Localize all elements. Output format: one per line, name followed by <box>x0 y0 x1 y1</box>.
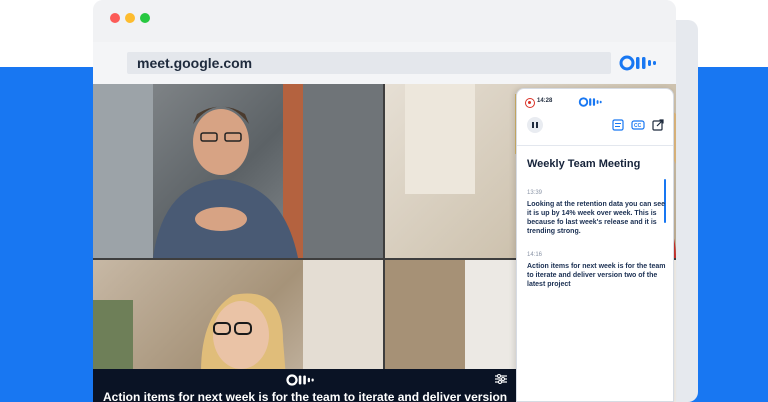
address-bar-url: meet.google.com <box>137 55 253 71</box>
otter-logo-icon <box>286 374 314 386</box>
meeting-title: Weekly Team Meeting <box>527 158 641 170</box>
otter-logo-icon[interactable] <box>619 55 659 71</box>
close-window-button[interactable] <box>110 13 120 23</box>
transcript-entry-time: 14:16 <box>527 252 543 258</box>
recording-indicator-icon <box>525 98 535 108</box>
address-bar[interactable]: meet.google.com <box>127 52 611 74</box>
svg-text:CC: CC <box>634 123 642 129</box>
otter-side-panel: 14:28 CC Weekly Team Meeting 13:39 Looki… <box>516 88 674 402</box>
minimize-window-button[interactable] <box>125 13 135 23</box>
captions-icon[interactable]: CC <box>631 119 645 131</box>
transcript-entry[interactable]: 13:39 Looking at the retention data you … <box>527 190 667 236</box>
notes-icon[interactable] <box>611 119 625 131</box>
pause-button[interactable] <box>527 117 543 133</box>
otter-logo-icon <box>578 97 602 107</box>
live-caption-bar: Action items for next week is for the te… <box>93 369 516 402</box>
transcript-entry[interactable]: 14:16 Action items for next week is for … <box>527 252 667 289</box>
participant-tile-man[interactable] <box>93 84 383 258</box>
transcript-entry-text: Looking at the retention data you can se… <box>527 201 666 235</box>
recording-time: 14:28 <box>537 98 553 104</box>
browser-titlebar <box>93 0 676 42</box>
caption-settings-icon[interactable] <box>495 374 507 384</box>
live-caption-text: Action items for next week is for the te… <box>103 390 508 402</box>
participant-video-man <box>93 84 383 258</box>
transcript-entry-text: Action items for next week is for the te… <box>527 263 666 288</box>
open-external-icon[interactable] <box>651 119 665 131</box>
transcript-entry-time: 13:39 <box>527 190 543 196</box>
panel-divider <box>517 145 673 146</box>
maximize-window-button[interactable] <box>140 13 150 23</box>
